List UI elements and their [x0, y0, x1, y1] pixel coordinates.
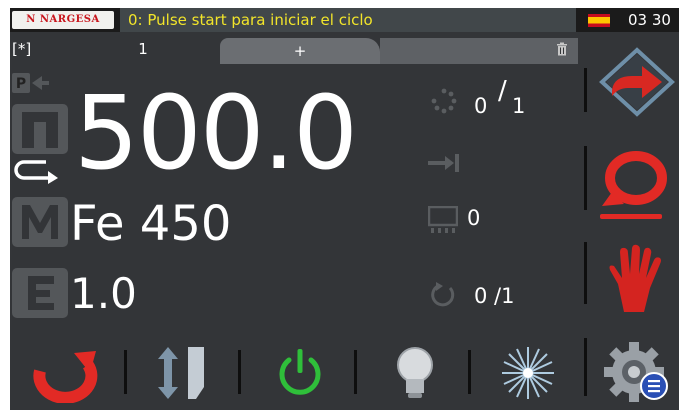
status-bar: N NARGESA 0: Pulse start para iniciar el… [10, 8, 679, 32]
tab-strip-background [380, 38, 578, 64]
thickness-e-icon [12, 268, 68, 318]
add-tab-button[interactable]: + [220, 38, 380, 64]
light-bulb-icon[interactable] [390, 343, 440, 403]
program-p-icon: P [12, 73, 49, 93]
settings-gear-icon[interactable] [598, 338, 676, 408]
tab-marker[interactable]: [*] [10, 36, 60, 64]
machine-screen: N NARGESA 0: Pulse start para iniciar el… [10, 8, 679, 410]
pieces-count[interactable]: 0 [467, 206, 480, 230]
return-arrow-icon [14, 160, 58, 184]
separator [238, 350, 241, 394]
bend-rotate-icon[interactable] [30, 343, 104, 403]
separator [584, 146, 587, 210]
clock: 03 30 [628, 11, 671, 29]
tab-program-1[interactable]: 1 [62, 36, 224, 64]
material-value[interactable]: Fe 450 [70, 198, 231, 250]
svg-text:P: P [16, 76, 26, 92]
next-arrow-icon[interactable] [598, 46, 676, 118]
separator [124, 350, 127, 394]
tool-icon [12, 104, 68, 154]
separator [354, 350, 357, 394]
repeat-count[interactable]: 0 /1 [474, 284, 514, 308]
cycle-done-count: 0 [474, 94, 488, 118]
nargesa-logo: N NARGESA [12, 11, 114, 29]
power-icon[interactable] [272, 343, 328, 403]
cycle-total-count[interactable]: 1 [512, 94, 525, 118]
trash-icon[interactable] [556, 42, 568, 56]
manual-hand-icon[interactable] [598, 244, 676, 314]
cycle-progress-icon [431, 88, 457, 114]
clamp-up-down-icon[interactable] [152, 343, 212, 403]
repeat-icon [431, 282, 455, 307]
stop-arrow-icon [428, 154, 459, 172]
separator [468, 350, 471, 394]
cycle-mode-icon[interactable] [598, 148, 676, 212]
separator [584, 68, 587, 112]
material-m-icon [12, 197, 68, 247]
cycle-slash: / [498, 76, 507, 106]
laser-icon[interactable] [498, 343, 558, 403]
active-indicator [600, 214, 662, 219]
separator [584, 338, 587, 396]
status-message: 0: Pulse start para iniciar el ciclo [120, 8, 576, 32]
thickness-value[interactable]: 1.0 [70, 268, 137, 320]
separator [584, 242, 587, 304]
spain-flag-icon[interactable] [588, 14, 610, 27]
program-tabs: [*] 1 + [10, 36, 581, 64]
pieces-icon [428, 206, 458, 233]
position-value[interactable]: 500.0 [74, 78, 358, 190]
